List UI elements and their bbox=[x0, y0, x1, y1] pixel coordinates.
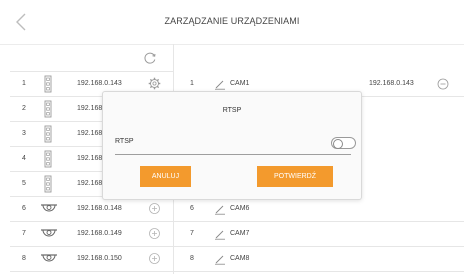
device-ip: 192.168 bbox=[77, 130, 103, 137]
page-title: ZARZĄDZANIE URZĄDZENIAMI bbox=[164, 16, 300, 26]
dialog-title: RTSP bbox=[222, 107, 242, 114]
channel-row[interactable]: 6 CAM6 bbox=[174, 197, 464, 222]
refresh-row bbox=[10, 44, 173, 72]
top-bar: ZARZĄDZANIE URZĄDZENIAMI bbox=[0, 0, 464, 45]
remove-circle-icon[interactable] bbox=[437, 78, 449, 90]
device-ip: 192.168 bbox=[77, 105, 103, 112]
channel-row[interactable]: 7 CAM7 bbox=[174, 222, 464, 247]
channel-number: 6 bbox=[190, 205, 194, 212]
device-ip: 192.168.0.149 bbox=[77, 230, 122, 237]
dialog-divider bbox=[115, 154, 351, 155]
row-number: 2 bbox=[22, 105, 26, 112]
pencil-icon[interactable] bbox=[214, 78, 226, 90]
channel-number: 7 bbox=[190, 230, 194, 237]
device-row[interactable]: 6 192.168.0.148 bbox=[10, 197, 173, 222]
channel-number: 1 bbox=[190, 80, 194, 87]
nvr-box-icon bbox=[42, 100, 54, 118]
nvr-box-icon bbox=[42, 125, 54, 143]
cancel-button[interactable]: ANULUJ bbox=[140, 166, 191, 187]
add-circle-icon[interactable] bbox=[148, 202, 161, 215]
channel-row[interactable]: 8 CAM8 bbox=[174, 247, 464, 272]
row-number: 7 bbox=[22, 230, 26, 237]
channel-name: CAM6 bbox=[230, 205, 250, 212]
add-circle-icon[interactable] bbox=[148, 227, 161, 240]
row-number: 3 bbox=[22, 130, 26, 137]
rtsp-toggle-label: RTSP bbox=[115, 138, 134, 145]
channel-name: CAM8 bbox=[230, 255, 250, 262]
device-ip: 192.168.0.148 bbox=[77, 205, 122, 212]
dome-camera-icon bbox=[39, 252, 59, 270]
device-ip: 192.168 bbox=[77, 180, 103, 187]
row-number: 4 bbox=[22, 155, 26, 162]
nvr-box-icon bbox=[42, 150, 54, 168]
dome-camera-icon bbox=[39, 227, 59, 245]
nvr-box-icon bbox=[42, 75, 54, 93]
pencil-icon[interactable] bbox=[214, 203, 226, 215]
device-ip: 192.168.0.150 bbox=[77, 255, 122, 262]
device-row[interactable]: 7 192.168.0.149 bbox=[10, 222, 173, 247]
pencil-icon[interactable] bbox=[214, 228, 226, 240]
row-number: 1 bbox=[22, 80, 26, 87]
nvr-box-icon bbox=[42, 175, 54, 193]
channel-name: CAM7 bbox=[230, 230, 250, 237]
dome-camera-icon bbox=[39, 202, 59, 220]
channel-ip: 192.168.0.143 bbox=[369, 80, 414, 87]
row-number: 8 bbox=[22, 255, 26, 262]
toggle-knob bbox=[333, 139, 343, 149]
pencil-icon[interactable] bbox=[214, 253, 226, 265]
row-number: 6 bbox=[22, 205, 26, 212]
device-ip: 192.168.0.143 bbox=[77, 80, 122, 87]
device-row[interactable]: 8 192.168.0.150 bbox=[10, 247, 173, 272]
device-ip: 192.168 bbox=[77, 155, 103, 162]
channel-number: 8 bbox=[190, 255, 194, 262]
rtsp-toggle[interactable] bbox=[331, 137, 356, 149]
rtsp-dialog: RTSP RTSP ANULUJ POTWIERDŹ bbox=[102, 91, 362, 200]
row-number: 5 bbox=[22, 180, 26, 187]
refresh-icon[interactable] bbox=[143, 51, 157, 65]
channel-name: CAM1 bbox=[230, 80, 250, 87]
add-circle-icon[interactable] bbox=[148, 252, 161, 265]
gear-icon[interactable] bbox=[148, 77, 161, 90]
confirm-button[interactable]: POTWIERDŹ bbox=[257, 166, 333, 187]
